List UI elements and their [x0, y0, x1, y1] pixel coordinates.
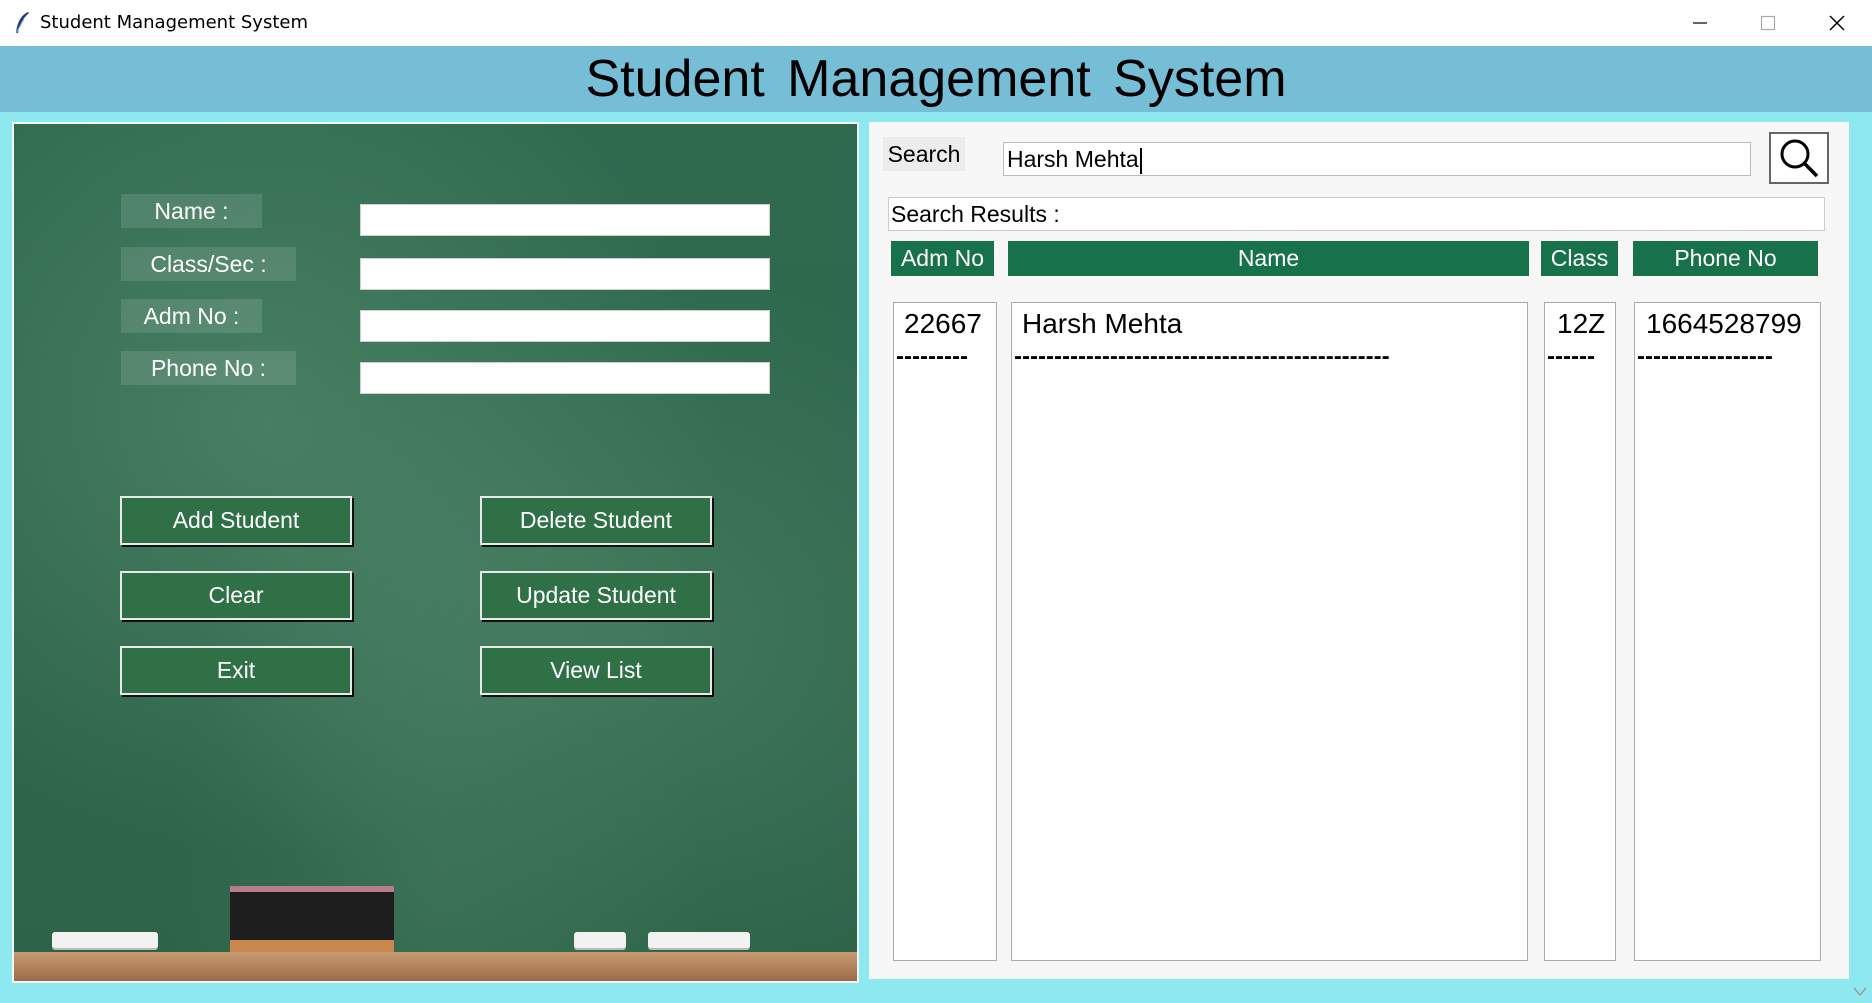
name-list[interactable]: Harsh Mehta ----------------------------…: [1011, 302, 1528, 961]
list-item: 12Z: [1557, 308, 1606, 339]
class-list[interactable]: 12Z ------: [1544, 302, 1616, 961]
chalk-piece: [574, 932, 626, 948]
chalk-tray: [14, 952, 857, 981]
name-field[interactable]: [360, 204, 770, 236]
view-list-button[interactable]: View List: [480, 646, 712, 695]
minimize-button[interactable]: [1665, 0, 1735, 46]
header-banner: Student Management System: [0, 46, 1872, 112]
search-button[interactable]: [1769, 132, 1829, 184]
search-input[interactable]: Harsh Mehta: [1003, 142, 1751, 176]
row-separator: -----------------: [1637, 343, 1773, 370]
close-button[interactable]: [1802, 0, 1872, 46]
window-title: Student Management System: [40, 12, 308, 33]
exit-button[interactable]: Exit: [120, 646, 352, 695]
eraser-image: [230, 886, 394, 954]
row-separator: ----------------------------------------…: [1014, 343, 1390, 370]
chalk-piece: [52, 932, 158, 948]
update-student-button[interactable]: Update Student: [480, 571, 712, 620]
add-student-button[interactable]: Add Student: [120, 496, 352, 545]
class-label: Class/Sec :: [121, 247, 296, 281]
search-panel: Search Harsh Mehta Search Results : Adm …: [869, 122, 1849, 979]
chalk-piece: [648, 932, 750, 948]
page-title: Student Management System: [585, 50, 1287, 108]
column-header-phone: Phone No: [1633, 241, 1818, 276]
phone-field[interactable]: [360, 362, 770, 394]
minimize-icon: [1693, 22, 1707, 24]
adm-field[interactable]: [360, 310, 770, 342]
maximize-button[interactable]: [1733, 0, 1803, 46]
feather-icon: [15, 12, 29, 34]
phone-list[interactable]: 1664528799 -----------------: [1634, 302, 1821, 961]
delete-student-button[interactable]: Delete Student: [480, 496, 712, 545]
list-item: 22667: [904, 308, 982, 339]
row-separator: ---------: [896, 343, 968, 370]
search-input-text: Harsh Mehta: [1007, 146, 1139, 172]
clear-button[interactable]: Clear: [120, 571, 352, 620]
maximize-icon: [1760, 15, 1776, 31]
list-item: Harsh Mehta: [1022, 308, 1183, 339]
close-icon: [1829, 15, 1845, 31]
column-header-class: Class: [1541, 241, 1618, 276]
search-results-label: Search Results :: [888, 197, 1825, 231]
row-separator: ------: [1547, 343, 1595, 370]
list-item: 1664528799: [1646, 308, 1802, 339]
window-titlebar: Student Management System: [0, 0, 1872, 46]
class-field[interactable]: [360, 258, 770, 290]
adm-label: Adm No :: [121, 299, 262, 333]
search-icon: [1780, 139, 1819, 178]
text-caret: [1139, 147, 1142, 174]
column-header-name: Name: [1008, 241, 1529, 276]
form-panel: Name : Class/Sec : Adm No : Phone No : A…: [12, 122, 859, 983]
phone-label: Phone No :: [121, 351, 296, 385]
adm-list[interactable]: 22667 ---------: [893, 302, 997, 961]
column-header-adm: Adm No: [891, 241, 994, 276]
search-label: Search: [883, 137, 965, 171]
name-label: Name :: [121, 194, 262, 228]
chevron-down-icon[interactable]: [1851, 984, 1869, 1000]
